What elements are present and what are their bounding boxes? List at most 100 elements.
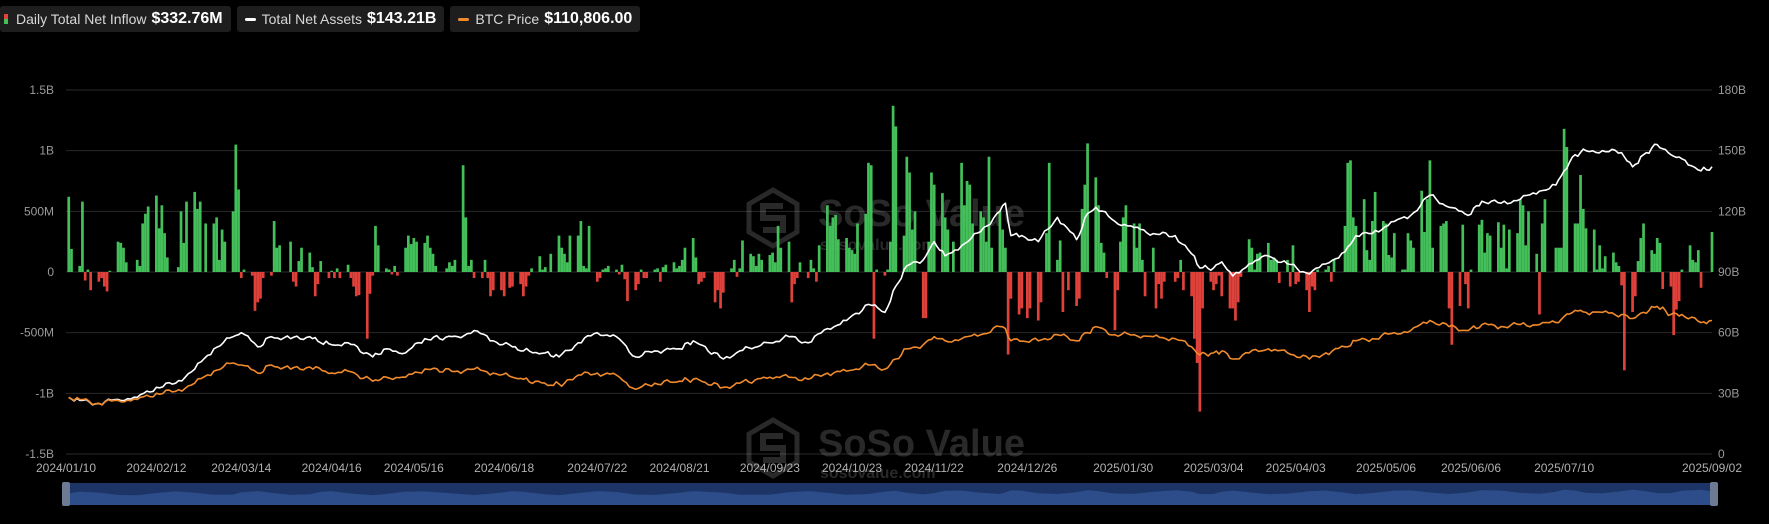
inflow-bar[interactable] bbox=[423, 242, 427, 272]
inflow-bar[interactable] bbox=[1209, 272, 1213, 282]
inflow-bar[interactable] bbox=[204, 223, 208, 272]
inflow-bar[interactable] bbox=[198, 201, 202, 272]
inflow-bar[interactable] bbox=[1045, 233, 1048, 272]
inflow-bar[interactable] bbox=[1469, 269, 1473, 272]
inflow-bar[interactable] bbox=[1633, 272, 1637, 297]
inflow-bar[interactable] bbox=[1488, 235, 1492, 272]
inflow-bar[interactable] bbox=[952, 241, 955, 272]
inflow-bar[interactable] bbox=[1694, 262, 1697, 272]
inflow-bar[interactable] bbox=[83, 272, 87, 281]
inflow-bar[interactable] bbox=[1497, 222, 1500, 272]
inflow-bar[interactable] bbox=[102, 272, 106, 287]
inflow-bar[interactable] bbox=[998, 211, 1002, 272]
inflow-bar[interactable] bbox=[883, 272, 887, 276]
inflow-bar[interactable] bbox=[1080, 208, 1084, 272]
inflow-bar[interactable] bbox=[642, 272, 646, 279]
inflow-bar[interactable] bbox=[300, 247, 303, 272]
inflow-bar[interactable] bbox=[678, 265, 681, 272]
inflow-bar[interactable] bbox=[979, 211, 983, 272]
inflow-bar[interactable] bbox=[752, 256, 755, 272]
inflow-bar[interactable] bbox=[806, 272, 810, 279]
inflow-bar[interactable] bbox=[1617, 265, 1621, 272]
inflow-bar[interactable] bbox=[261, 272, 265, 279]
inflow-bar[interactable] bbox=[426, 235, 429, 272]
inflow-bar[interactable] bbox=[1661, 272, 1665, 289]
inflow-bar[interactable] bbox=[927, 241, 931, 272]
inflow-bar[interactable] bbox=[1310, 272, 1314, 287]
inflow-bar[interactable] bbox=[543, 267, 547, 272]
inflow-bar[interactable] bbox=[1157, 272, 1161, 285]
inflow-bar[interactable] bbox=[141, 223, 145, 272]
inflow-bar[interactable] bbox=[1288, 272, 1292, 287]
inflow-bar[interactable] bbox=[908, 172, 911, 272]
inflow-bar[interactable] bbox=[1428, 160, 1432, 272]
inflow-bar[interactable] bbox=[357, 272, 361, 296]
inflow-bar[interactable] bbox=[639, 269, 643, 272]
inflow-bar[interactable] bbox=[1083, 184, 1087, 272]
inflow-bar[interactable] bbox=[1116, 272, 1120, 291]
inflow-bar[interactable] bbox=[691, 238, 695, 272]
inflow-bar[interactable] bbox=[798, 262, 802, 272]
inflow-bar[interactable] bbox=[568, 235, 572, 272]
inflow-bar[interactable] bbox=[1499, 247, 1503, 272]
inflow-bar[interactable] bbox=[1409, 240, 1413, 272]
inflow-bar[interactable] bbox=[809, 259, 813, 272]
inflow-bar[interactable] bbox=[1294, 272, 1298, 285]
inflow-bar[interactable] bbox=[1039, 272, 1043, 303]
inflow-bar[interactable] bbox=[626, 272, 629, 302]
inflow-bar[interactable] bbox=[541, 269, 544, 272]
inflow-bar[interactable] bbox=[768, 255, 772, 272]
inflow-bar[interactable] bbox=[1699, 272, 1703, 288]
inflow-bar[interactable] bbox=[1056, 259, 1059, 272]
inflow-bar[interactable] bbox=[776, 225, 780, 272]
inflow-bar[interactable] bbox=[1554, 247, 1558, 272]
inflow-bar[interactable] bbox=[486, 272, 490, 279]
inflow-bar[interactable] bbox=[875, 269, 879, 272]
inflow-bar[interactable] bbox=[1291, 245, 1295, 272]
inflow-bar[interactable] bbox=[850, 250, 854, 272]
inflow-bar[interactable] bbox=[453, 259, 457, 272]
inflow-bar[interactable] bbox=[760, 259, 763, 272]
inflow-bar[interactable] bbox=[182, 242, 186, 272]
inflow-bar[interactable] bbox=[1176, 272, 1180, 279]
inflow-bar[interactable] bbox=[1004, 247, 1007, 272]
inflow-bar[interactable] bbox=[889, 241, 892, 272]
inflow-bar[interactable] bbox=[1332, 259, 1336, 272]
inflow-bar[interactable] bbox=[834, 214, 837, 272]
inflow-bar[interactable] bbox=[1256, 253, 1259, 272]
inflow-bar[interactable] bbox=[1179, 259, 1183, 272]
inflow-bar[interactable] bbox=[656, 268, 659, 272]
inflow-bar[interactable] bbox=[1581, 208, 1585, 272]
inflow-bar[interactable] bbox=[272, 221, 276, 272]
inflow-bar[interactable] bbox=[847, 247, 851, 272]
inflow-bar[interactable] bbox=[1324, 269, 1328, 272]
inflow-bar[interactable] bbox=[434, 265, 438, 272]
inflow-bar[interactable] bbox=[941, 193, 944, 272]
inflow-bar[interactable] bbox=[524, 272, 528, 287]
inflow-bar[interactable] bbox=[1329, 272, 1333, 282]
inflow-bar[interactable] bbox=[155, 195, 158, 272]
inflow-bar[interactable] bbox=[1316, 269, 1319, 272]
inflow-bar[interactable] bbox=[196, 208, 199, 272]
inflow-bar[interactable] bbox=[1620, 272, 1623, 286]
inflow-bar[interactable] bbox=[1058, 240, 1062, 272]
inflow-bar[interactable] bbox=[1140, 259, 1144, 272]
inflow-bar[interactable] bbox=[97, 272, 101, 282]
inflow-bar[interactable] bbox=[81, 201, 84, 272]
inflow-bar[interactable] bbox=[1201, 272, 1204, 309]
inflow-bar[interactable] bbox=[1313, 272, 1317, 291]
inflow-bar[interactable] bbox=[1231, 272, 1235, 309]
inflow-bar[interactable] bbox=[1543, 199, 1547, 272]
inflow-bar[interactable] bbox=[1217, 272, 1221, 276]
inflow-bar[interactable] bbox=[962, 205, 966, 272]
inflow-bar[interactable] bbox=[1190, 272, 1193, 297]
inflow-bar[interactable] bbox=[1401, 269, 1404, 272]
inflow-bar[interactable] bbox=[960, 162, 963, 272]
inflow-bar[interactable] bbox=[601, 269, 605, 272]
inflow-bar[interactable] bbox=[1507, 229, 1511, 272]
inflow-bar[interactable] bbox=[921, 272, 925, 319]
inflow-bar[interactable] bbox=[1444, 221, 1448, 272]
inflow-bar[interactable] bbox=[354, 272, 358, 297]
inflow-bar[interactable] bbox=[237, 189, 240, 272]
inflow-bar[interactable] bbox=[1138, 223, 1141, 272]
